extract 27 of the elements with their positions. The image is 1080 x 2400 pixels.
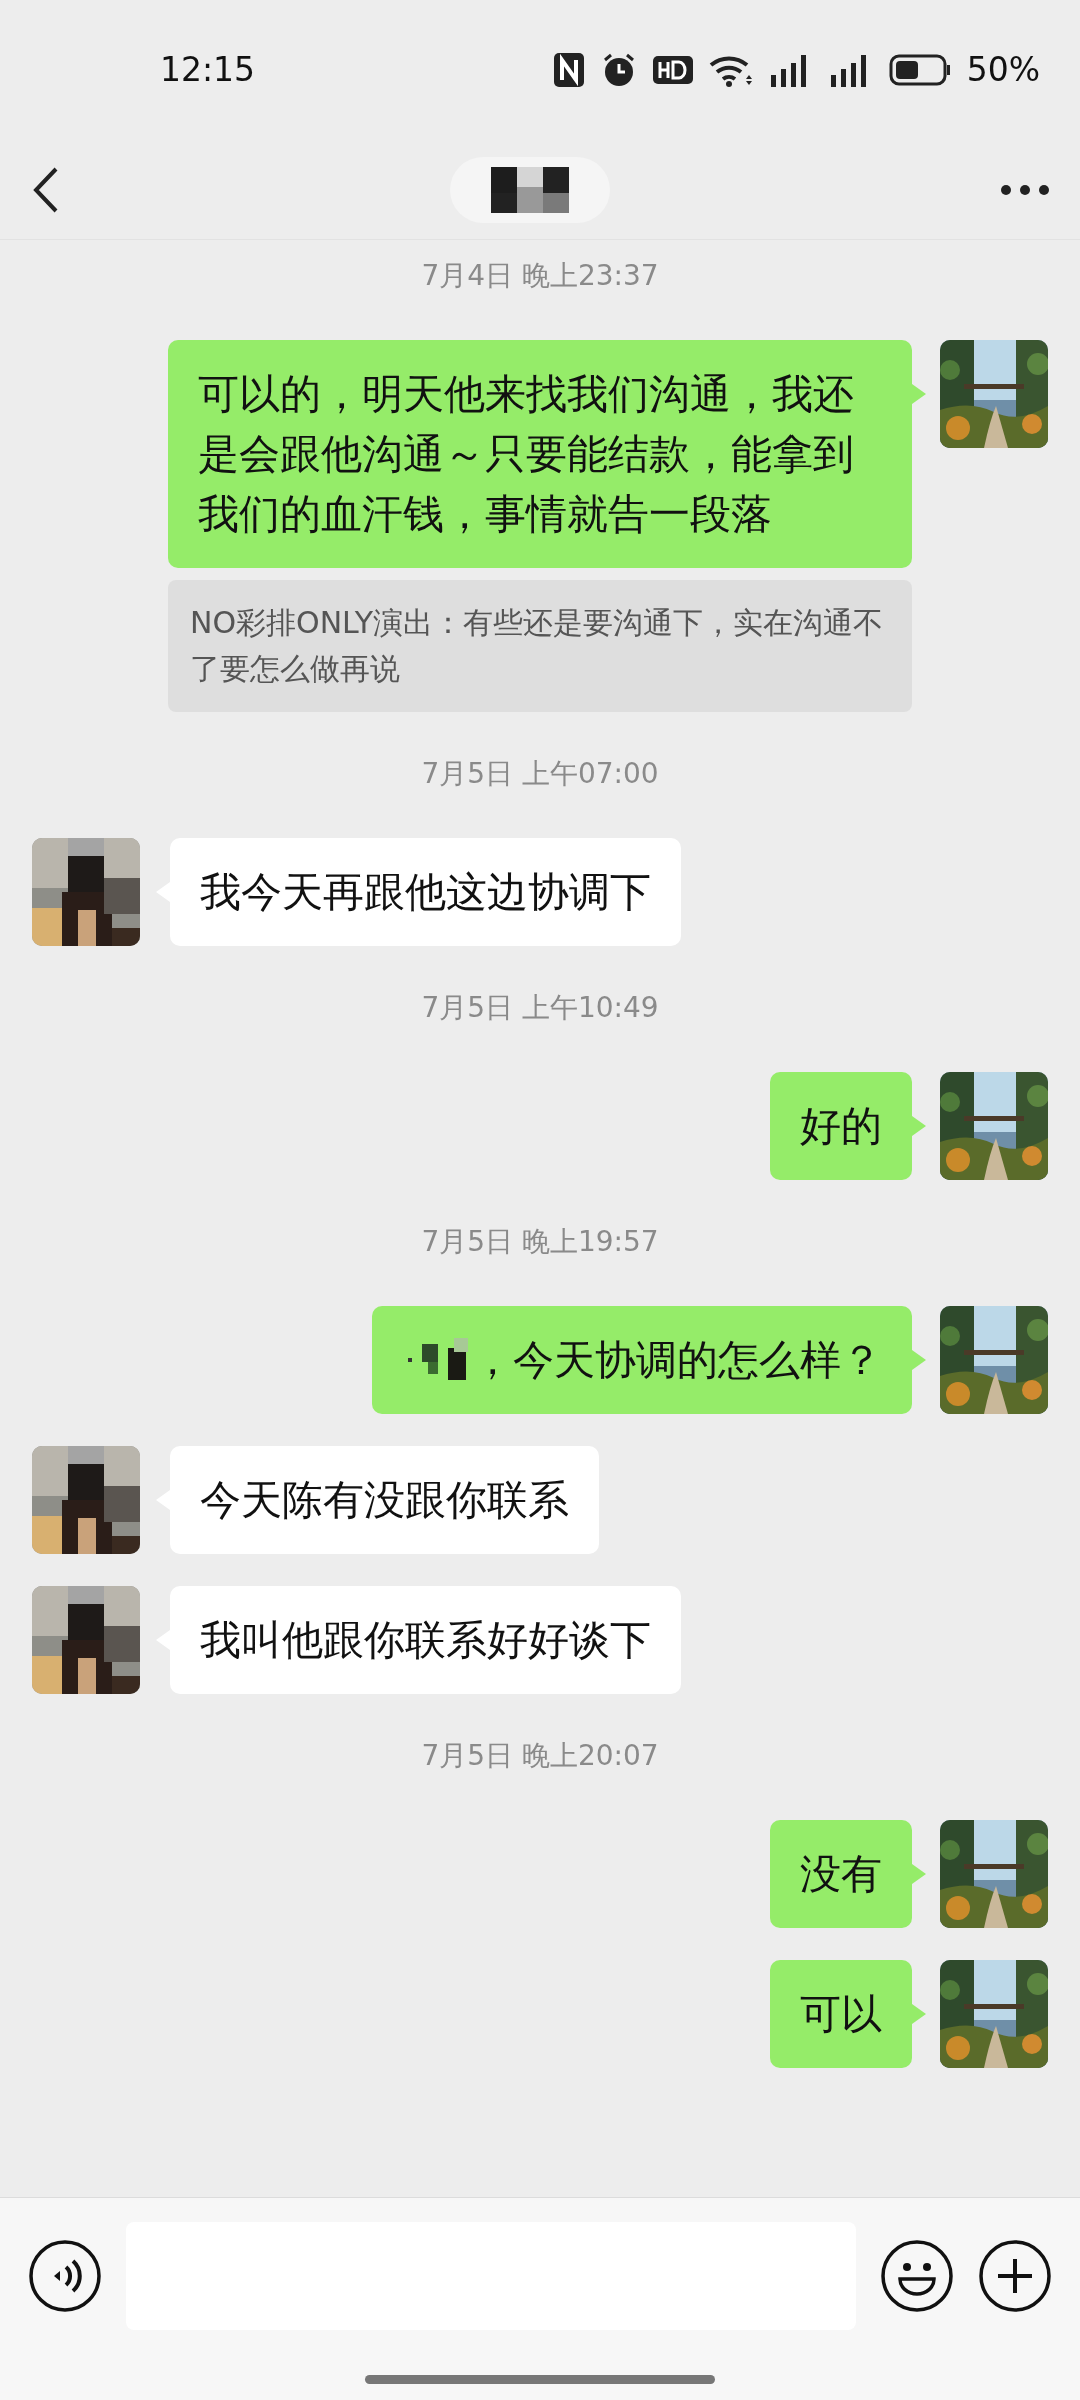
timestamp: 7月5日 上午07:00 — [421, 756, 659, 792]
hd-icon — [652, 56, 693, 84]
message-bubble: 可以的，明天他来找我们沟通，我还是会跟他沟通～只要能结款，能拿到我们的血汗钱，事情就告一段落 — [168, 340, 912, 568]
timestamp: 7月4日 晚上23:37 — [421, 258, 659, 294]
battery-percent: 50% — [966, 49, 1040, 92]
timestamp: 7月5日 上午10:49 — [421, 990, 659, 1026]
add-button[interactable] — [978, 2239, 1052, 2313]
timestamp: 7月5日 晚上20:07 — [421, 1738, 659, 1774]
message-bubble: 我叫他跟你联系好好谈下 — [170, 1586, 681, 1694]
message-bubble: 没有 — [770, 1820, 912, 1928]
wifi-icon — [708, 53, 753, 87]
message-bubble: 好的 — [770, 1072, 912, 1180]
timestamp: 7月5日 晚上19:57 — [421, 1224, 659, 1260]
bubble-tail — [912, 2004, 926, 2024]
bubble-tail — [912, 1864, 926, 1884]
battery-icon — [888, 54, 951, 86]
quoted-message: NO彩排ONLY演出：有些还是要沟通下，实在沟通不了要怎么做再说 — [168, 580, 912, 712]
status-time: 12:15 — [160, 49, 256, 92]
message-bubble: 今天陈有没跟你联系 — [170, 1446, 599, 1554]
voice-button[interactable] — [28, 2239, 102, 2313]
emoji-button[interactable] — [880, 2239, 954, 2313]
bubble-tail — [912, 1116, 926, 1136]
bubble-tail — [912, 384, 926, 404]
message-text: ，今天协调的怎么样？ — [472, 1336, 882, 1384]
nfc-icon — [552, 52, 585, 88]
message-bubble: 可以 — [770, 1960, 912, 2068]
message-bubble: 我今天再跟他这边协调下 — [170, 838, 681, 946]
